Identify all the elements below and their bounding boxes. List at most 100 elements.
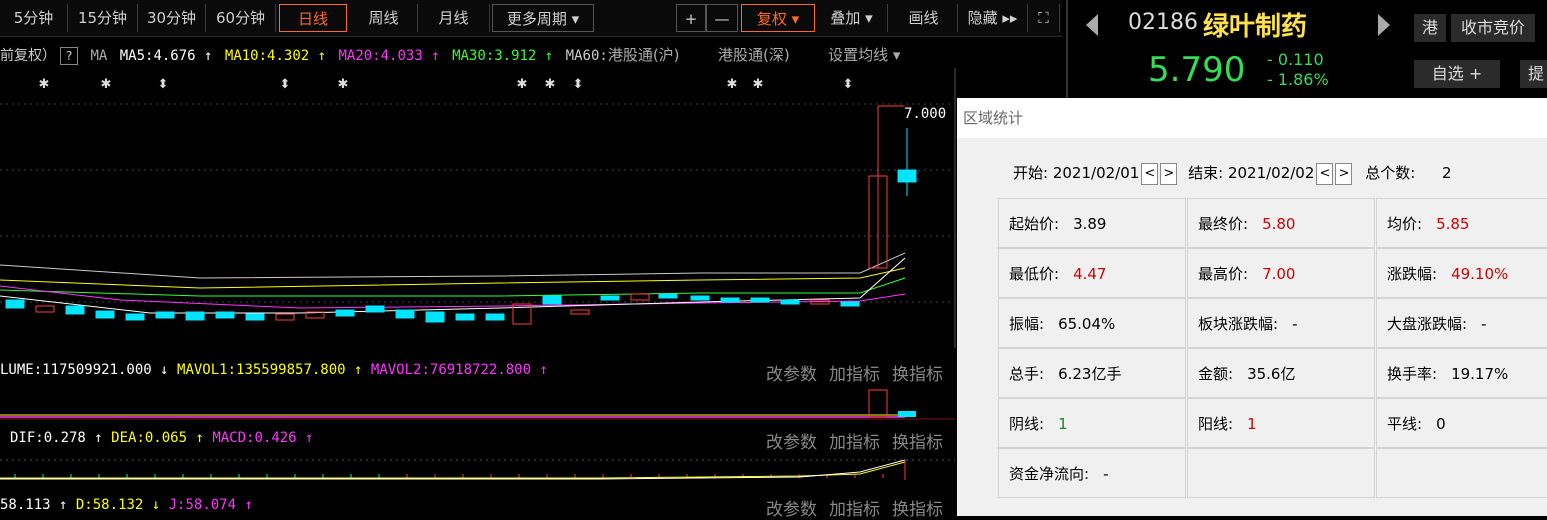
stat-label: 最低价: bbox=[1009, 265, 1060, 283]
stat-cell-turnover: 换手率: 19.17% bbox=[1376, 348, 1547, 398]
bear-candle bbox=[395, 309, 415, 319]
ma30-line bbox=[0, 277, 906, 297]
stat-cell-end-price: 最终价: 5.80 bbox=[1187, 198, 1375, 248]
stat-cell-bearish-count: 阴线: 1 bbox=[998, 398, 1186, 448]
macd-change-params-button[interactable]: 改参数 bbox=[766, 433, 817, 453]
stat-value: 19.17% bbox=[1451, 365, 1509, 383]
bear-candle bbox=[600, 295, 620, 301]
dea-value: DEA:0.065 ↑ bbox=[111, 430, 204, 446]
ma30-value: MA30:3.912 ↑ bbox=[452, 48, 554, 64]
more-periods-dropdown[interactable]: 更多周期 ▾ bbox=[492, 4, 594, 32]
change-amount: - 0.110 bbox=[1267, 50, 1324, 69]
stat-value: 4.47 bbox=[1073, 265, 1107, 283]
mavol2-value: MAVOL2:76918722.800 ↑ bbox=[370, 362, 548, 378]
zoom-out-button[interactable]: — bbox=[706, 4, 738, 32]
fullscreen-icon[interactable]: ⛶ bbox=[1028, 4, 1060, 32]
end-next-button[interactable]: > bbox=[1335, 162, 1353, 185]
stat-label: 大盘涨跌幅: bbox=[1387, 315, 1468, 333]
bear-candle bbox=[542, 295, 562, 305]
prev-stock-icon[interactable] bbox=[1082, 10, 1102, 40]
bear-candle bbox=[485, 313, 505, 321]
vol-add-indicator-button[interactable]: 加指标 bbox=[829, 365, 880, 385]
hk-market-tag[interactable]: 港 bbox=[1414, 14, 1446, 42]
stat-value: - bbox=[1292, 315, 1298, 333]
start-prev-button[interactable]: < bbox=[1141, 162, 1159, 185]
set-ma-dropdown[interactable]: 设置均线 ▾ bbox=[828, 46, 900, 64]
bear-candle bbox=[720, 297, 740, 303]
hk-sz-link[interactable]: 港股通(深) bbox=[718, 46, 790, 64]
stock-code: 02186 bbox=[1128, 10, 1198, 35]
bear-candle bbox=[750, 297, 770, 303]
stock-name: 绿叶制药 bbox=[1203, 12, 1308, 42]
change-percent: - 1.86% bbox=[1267, 70, 1329, 89]
kdj-panel-buttons: 改参数 加指标 换指标 bbox=[754, 495, 943, 520]
d-value: D:58.132 ↓ bbox=[75, 497, 161, 513]
kdj-switch-indicator-button[interactable]: 换指标 bbox=[892, 500, 943, 520]
ma-label: MA bbox=[90, 48, 108, 64]
vol-change-params-button[interactable]: 改参数 bbox=[766, 365, 817, 385]
macd-value: MACD:0.426 ↑ bbox=[212, 430, 314, 446]
help-button[interactable]: ? bbox=[60, 47, 78, 65]
stat-value: 5.85 bbox=[1436, 215, 1470, 233]
macd-indicator-labels: DIF:0.278 ↑ DEA:0.065 ↑ MACD:0.426 ↑ bbox=[10, 430, 313, 446]
ma10-line bbox=[0, 267, 906, 289]
period-weekly-button[interactable]: 周线 bbox=[350, 4, 418, 32]
draw-line-button[interactable]: 画线 bbox=[890, 4, 958, 32]
stat-label: 板块涨跌幅: bbox=[1198, 315, 1279, 333]
bear-candle bbox=[425, 311, 445, 323]
stat-label: 阴线: bbox=[1009, 415, 1045, 433]
period-monthly-button[interactable]: 月线 bbox=[418, 4, 490, 32]
fuquan-dropdown[interactable]: 复权 ▾ bbox=[741, 4, 815, 32]
stat-label: 阳线: bbox=[1198, 415, 1234, 433]
event-marker-icon: ✱ bbox=[517, 77, 528, 92]
bear-candle bbox=[335, 309, 355, 317]
event-marker-icon: ⬍ bbox=[573, 77, 584, 92]
stat-cell-empty-16 bbox=[1187, 448, 1375, 498]
kdj-change-params-button[interactable]: 改参数 bbox=[766, 500, 817, 520]
hk-sh-link[interactable]: 港股通(沪) bbox=[608, 46, 680, 64]
stat-cell-bullish-count: 阳线: 1 bbox=[1187, 398, 1375, 448]
period-5min-button[interactable]: 5分钟 bbox=[0, 4, 68, 32]
period-60min-button[interactable]: 60分钟 bbox=[206, 4, 276, 32]
bear-candle bbox=[215, 311, 235, 319]
alert-button[interactable]: 提 bbox=[1520, 60, 1547, 88]
bear-candle bbox=[95, 310, 115, 319]
stat-cell-amount: 金额: 35.6亿 bbox=[1187, 348, 1375, 398]
end-prev-button[interactable]: < bbox=[1316, 162, 1334, 185]
current-price: 5.790 bbox=[1148, 50, 1246, 90]
stat-cell-low-price: 最低价: 4.47 bbox=[998, 248, 1186, 298]
next-stock-icon[interactable] bbox=[1374, 10, 1394, 40]
volume-bar bbox=[898, 411, 916, 417]
stat-cell-high-price: 最高价: 7.00 bbox=[1187, 248, 1375, 298]
bear-candle bbox=[5, 299, 25, 309]
period-30min-button[interactable]: 30分钟 bbox=[138, 4, 206, 32]
period-toolbar: 5分钟 15分钟 30分钟 60分钟 日线 周线 月线 更多周期 ▾ + — 复… bbox=[0, 0, 1062, 37]
stat-value: 5.80 bbox=[1262, 215, 1296, 233]
event-marker-icon: ✱ bbox=[545, 77, 556, 92]
dea-line bbox=[0, 461, 906, 479]
bull-candle bbox=[275, 313, 295, 321]
stat-value: 65.04% bbox=[1058, 315, 1116, 333]
macd-add-indicator-button[interactable]: 加指标 bbox=[829, 433, 880, 453]
mavol1-value: MAVOL1:135599857.800 ↑ bbox=[177, 362, 363, 378]
period-15min-button[interactable]: 15分钟 bbox=[68, 4, 138, 32]
volume-bar bbox=[868, 389, 888, 418]
stat-cell-net-flow: 资金净流向: - bbox=[998, 448, 1186, 498]
event-marker-icon: ✱ bbox=[727, 77, 738, 92]
kdj-add-indicator-button[interactable]: 加指标 bbox=[829, 500, 880, 520]
candlestick-chart[interactable]: ✱ ✱ ⬍ ⬍ ✱ ✱ ✱ ⬍ ✱ ✱ ⬍ bbox=[0, 68, 960, 348]
count-label: 总个数: bbox=[1365, 164, 1416, 182]
date-range-row: 开始: 2021/02/01 < > 结束: 2021/02/02 < > 总个数: 2 bbox=[1013, 162, 1452, 185]
stat-label: 资金净流向: bbox=[1009, 465, 1090, 483]
event-marker-icon: ✱ bbox=[101, 77, 112, 92]
vol-switch-indicator-button[interactable]: 换指标 bbox=[892, 365, 943, 385]
closing-auction-button[interactable]: 收市竞价 bbox=[1451, 14, 1535, 42]
macd-switch-indicator-button[interactable]: 换指标 bbox=[892, 433, 943, 453]
overlay-dropdown[interactable]: 叠加 ▾ bbox=[816, 4, 888, 32]
period-daily-button[interactable]: 日线 bbox=[279, 4, 347, 32]
start-next-button[interactable]: > bbox=[1160, 162, 1178, 185]
zoom-in-button[interactable]: + bbox=[676, 4, 706, 32]
add-watchlist-button[interactable]: 自选 + bbox=[1414, 60, 1500, 88]
hide-button[interactable]: 隐藏 ▸▸ bbox=[958, 4, 1028, 32]
ma5-value: MA5:4.676 ↑ bbox=[119, 48, 213, 64]
